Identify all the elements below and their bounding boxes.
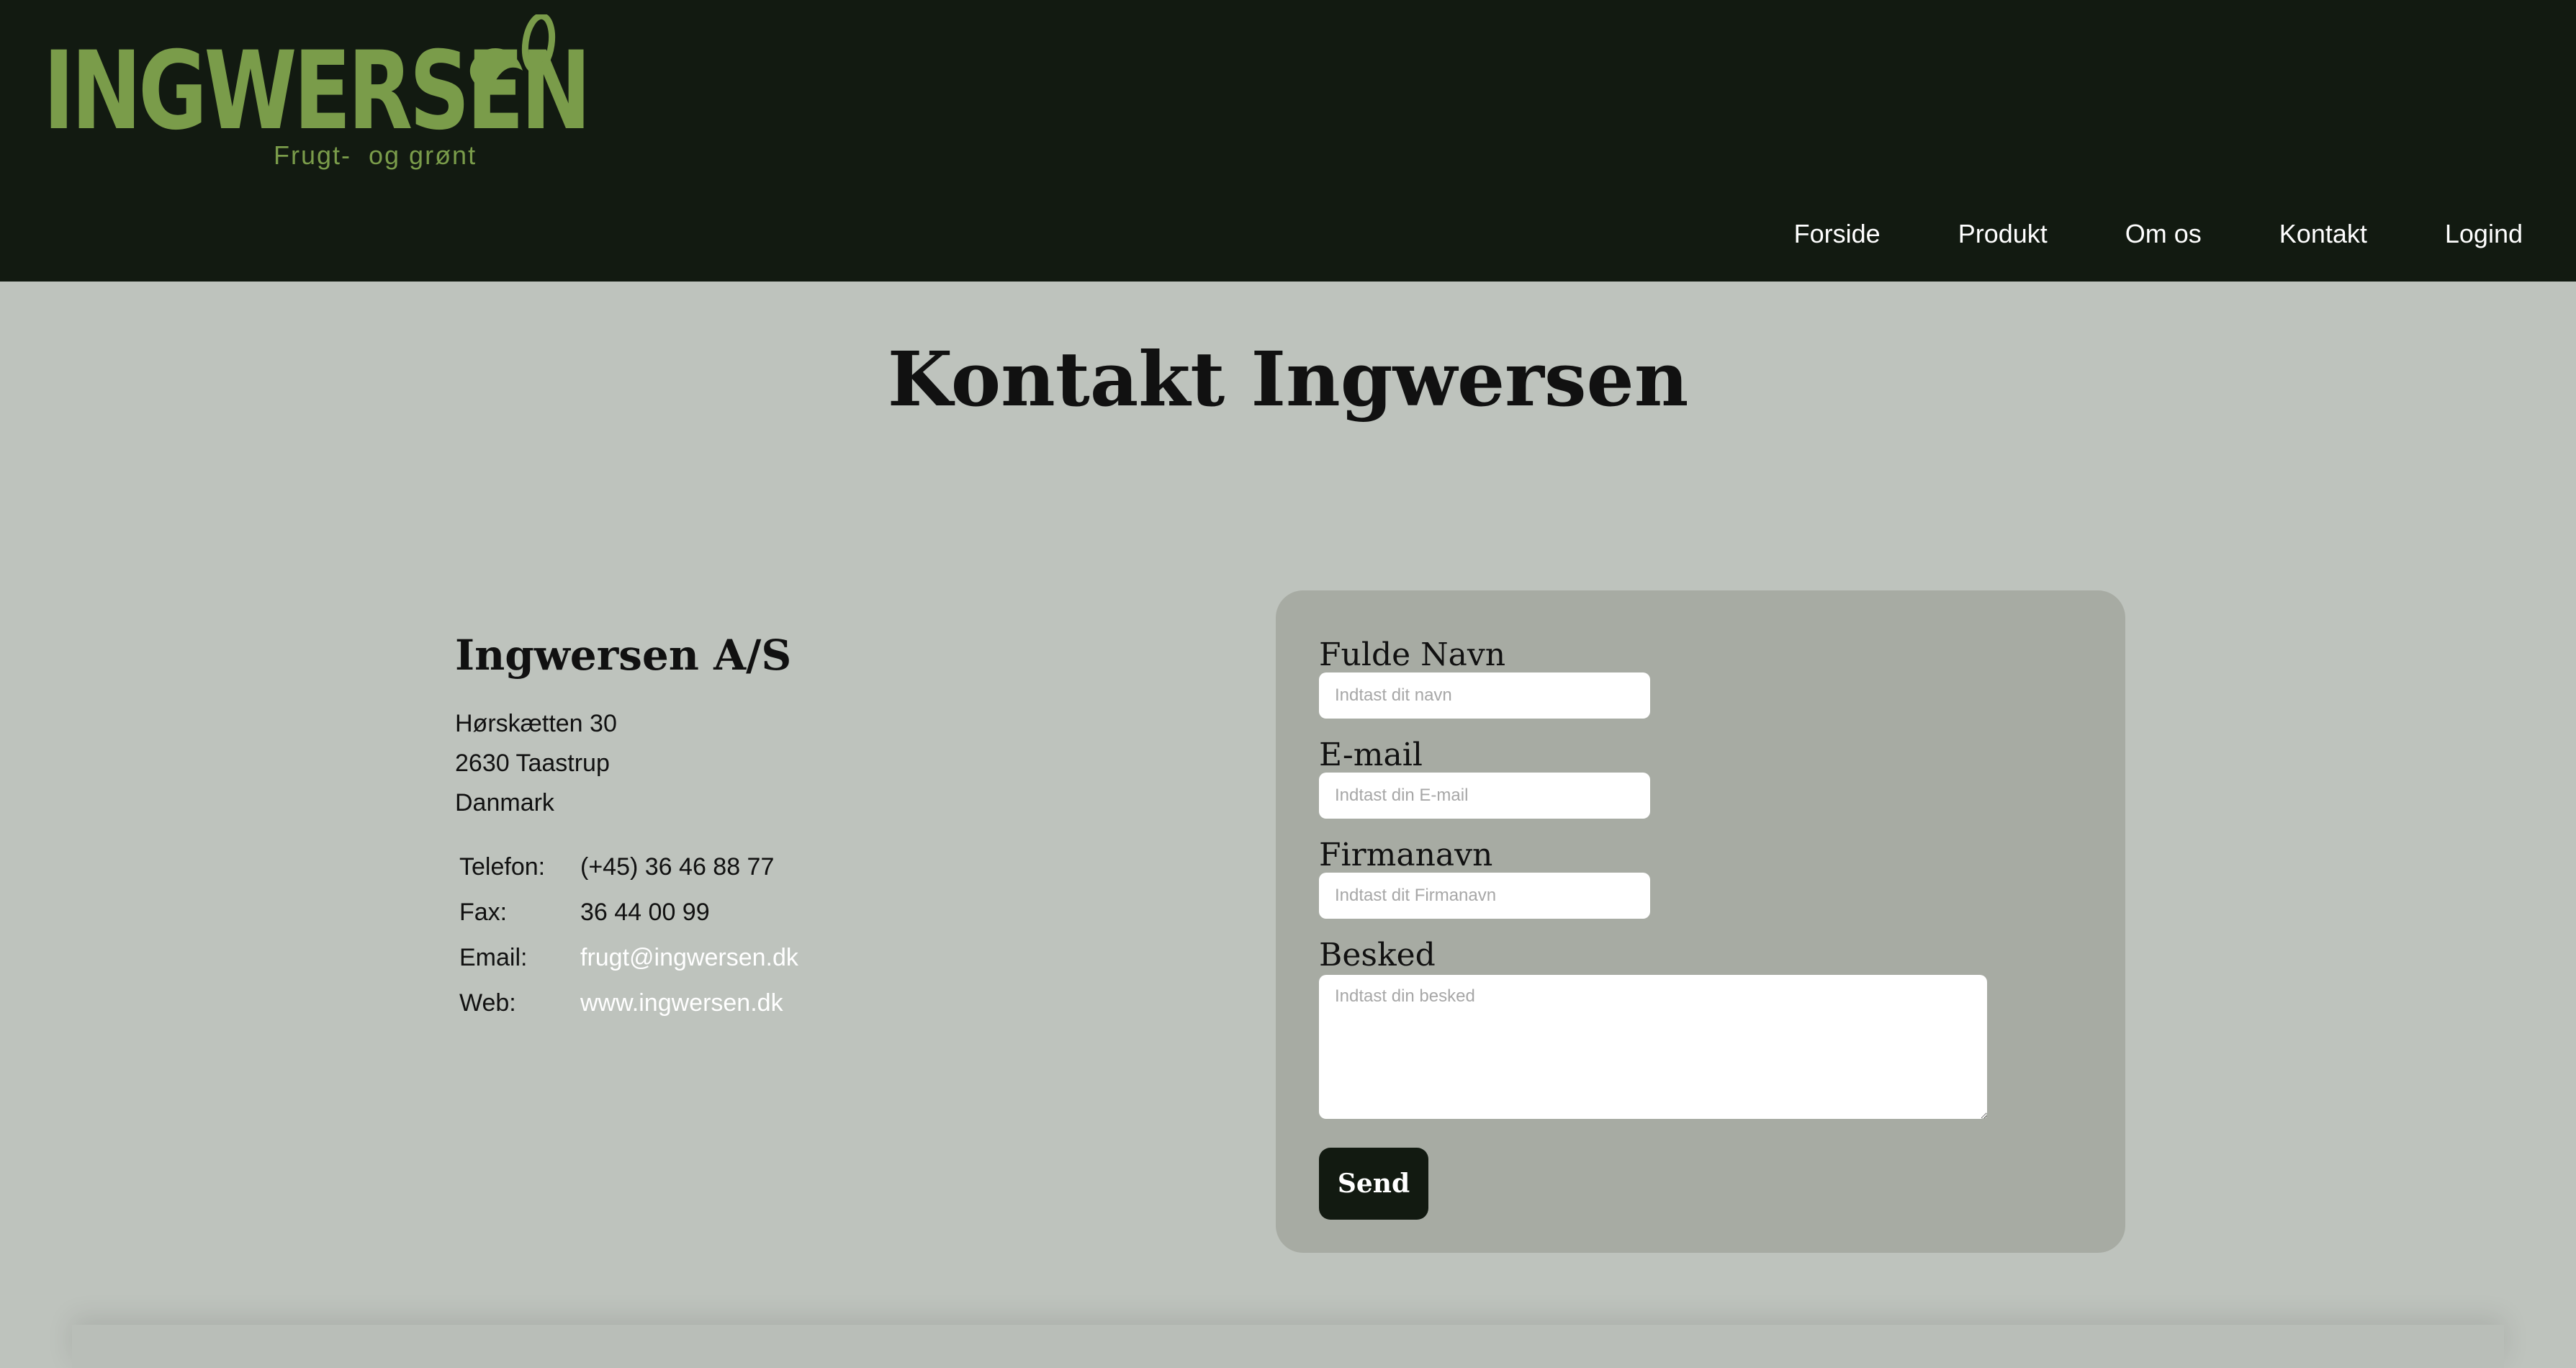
- contact-row-web: Web: www.ingwersen.dk: [455, 981, 798, 1026]
- address-country: Danmark: [455, 789, 554, 816]
- contact-row-phone: Telefon: (+45) 36 46 88 77: [455, 845, 798, 890]
- email-link[interactable]: frugt@ingwersen.dk: [580, 935, 798, 981]
- nav-item-forside[interactable]: Forside: [1794, 219, 1881, 249]
- company-name: Ingwersen A/S: [455, 631, 792, 680]
- phone-label: Telefon:: [459, 853, 546, 881]
- page-title: Kontakt Ingwersen: [887, 335, 1689, 423]
- fax-label: Fax:: [459, 899, 508, 926]
- leaf-icon: [469, 14, 556, 92]
- company-label: Firmanavn: [1319, 837, 1493, 873]
- name-label: Fulde Navn: [1319, 636, 1506, 673]
- email-input[interactable]: [1319, 773, 1650, 819]
- contact-row-email: Email: frugt@ingwersen.dk: [455, 935, 798, 981]
- send-button[interactable]: Send: [1319, 1148, 1428, 1220]
- contact-info: Ingwersen A/S Hørskætten 30 2630 Taastru…: [455, 626, 1103, 1026]
- contact-form: Fulde Navn E-mail Firmanavn Besked Send: [1276, 590, 2125, 1253]
- contact-table: Telefon: (+45) 36 46 88 77 Fax: 36 44 00…: [455, 845, 798, 1026]
- nav-item-kontakt[interactable]: Kontakt: [2279, 219, 2367, 249]
- nav-item-om-os[interactable]: Om os: [2125, 219, 2202, 249]
- main-nav: Forside Produkt Om os Kontakt Logind: [1794, 209, 2576, 259]
- site-header: INGWERSEN Frugt- og grønt Forside Produk…: [0, 0, 2576, 282]
- contact-row-fax: Fax: 36 44 00 99: [455, 890, 798, 935]
- address-street: Hørskætten 30: [455, 710, 617, 737]
- web-link[interactable]: www.ingwersen.dk: [580, 981, 798, 1026]
- footer-edge: [72, 1325, 2504, 1368]
- message-textarea[interactable]: [1319, 975, 1987, 1119]
- nav-item-logind[interactable]: Logind: [2445, 219, 2523, 249]
- address-city: 2630 Taastrup: [455, 750, 610, 777]
- email-label: Email:: [459, 944, 528, 971]
- message-label: Besked: [1319, 937, 1436, 973]
- fax-value: 36 44 00 99: [580, 899, 710, 926]
- phone-value: (+45) 36 46 88 77: [580, 853, 775, 881]
- logo-subtitle: Frugt- og grønt: [274, 140, 477, 170]
- web-label: Web:: [459, 989, 516, 1017]
- nav-item-produkt[interactable]: Produkt: [1958, 219, 2048, 249]
- address: Hørskætten 30 2630 Taastrup Danmark: [455, 704, 1103, 823]
- email-field-label: E-mail: [1319, 737, 1423, 773]
- company-input[interactable]: [1319, 873, 1650, 919]
- logo[interactable]: INGWERSEN Frugt- og grønt: [43, 14, 591, 180]
- name-input[interactable]: [1319, 672, 1650, 719]
